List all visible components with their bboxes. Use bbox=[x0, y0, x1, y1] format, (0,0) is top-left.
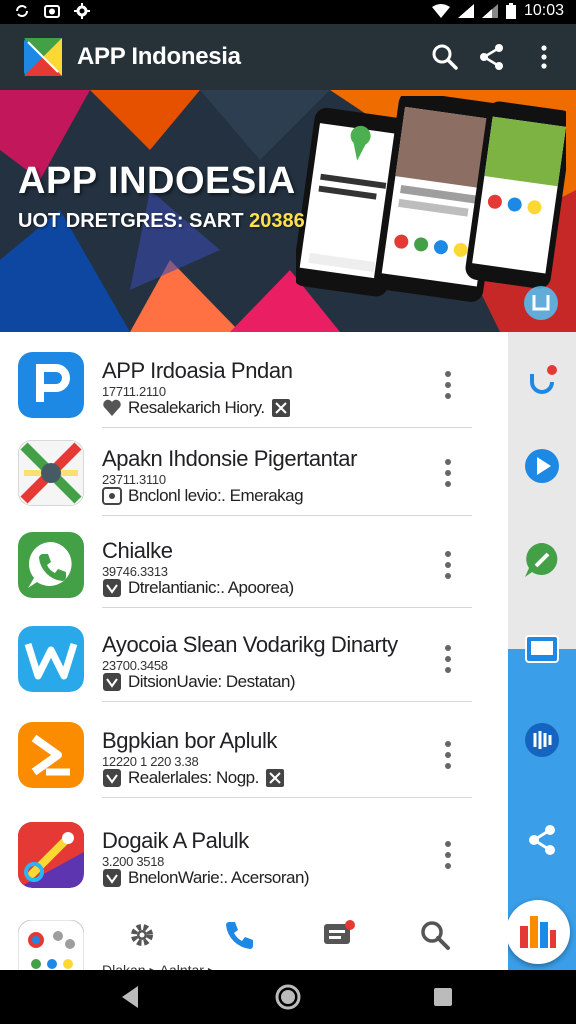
recents-icon[interactable] bbox=[428, 982, 458, 1012]
search-icon[interactable] bbox=[418, 918, 452, 952]
chat-icon[interactable] bbox=[522, 540, 562, 580]
shield-icon bbox=[103, 673, 121, 691]
app-title: APP Irdoasia Pndan bbox=[102, 358, 293, 383]
promo-banner[interactable]: APP INDOESIA UOT DRETGRES: SART 20386 bbox=[0, 90, 576, 332]
image-icon bbox=[271, 399, 290, 417]
app-icon-compass bbox=[18, 440, 84, 506]
share-icon[interactable] bbox=[522, 820, 562, 860]
message-icon[interactable] bbox=[322, 918, 356, 952]
app-meta: BnelonWarie:. Acersoran) bbox=[102, 868, 310, 888]
side-shortcut-panel bbox=[508, 332, 576, 972]
magnet-icon[interactable] bbox=[522, 360, 562, 400]
list-item[interactable]: Chialke 39746.3313 Dtrelantianic:. Apoor… bbox=[0, 518, 508, 608]
wifi-icon bbox=[431, 4, 450, 18]
more-options-icon[interactable] bbox=[436, 838, 460, 872]
app-title: Apakn Ihdonsie Pigertantar bbox=[102, 446, 357, 471]
app-meta: Dtrelantianic:. Apoorea) bbox=[102, 578, 294, 598]
app-bar: APP Indonesia bbox=[0, 24, 576, 90]
app-title: Ayocoia Slean Vodarikg Dinarty bbox=[102, 632, 398, 657]
settings-icon bbox=[74, 3, 90, 19]
floating-action-button[interactable] bbox=[506, 900, 570, 964]
clock: 10:03 bbox=[523, 2, 564, 19]
shield-icon bbox=[103, 869, 121, 887]
app-subtitle: 23700.3458 bbox=[102, 658, 168, 673]
sync-icon bbox=[16, 5, 28, 17]
app-subtitle: 17711.2110 bbox=[102, 384, 166, 399]
shield-icon bbox=[103, 769, 121, 787]
play-icon[interactable] bbox=[522, 446, 562, 486]
more-options-icon[interactable] bbox=[436, 548, 460, 582]
divider bbox=[102, 701, 472, 702]
camera-icon bbox=[44, 5, 60, 18]
list-item[interactable]: Ayocoia Slean Vodarikg Dinarty 23700.345… bbox=[0, 612, 508, 702]
phone-icon[interactable] bbox=[223, 918, 257, 952]
back-icon[interactable] bbox=[116, 982, 146, 1012]
app-icon-arrow bbox=[18, 722, 84, 788]
list-item[interactable]: Dogaik A Palulk 3.200 3518 BnelonWarie:.… bbox=[0, 808, 508, 898]
screen: { "status_bar": {"time": "10:03"}, "app_… bbox=[0, 0, 576, 1024]
app-subtitle: 12220 1 220 3.38 bbox=[102, 754, 199, 769]
list-item[interactable]: APP Irdoasia Pndan 17711.2110 Resalekari… bbox=[0, 338, 508, 428]
app-icon-p bbox=[18, 352, 84, 418]
phones-illustration bbox=[296, 96, 566, 302]
app-icon-w bbox=[18, 626, 84, 692]
more-options-icon[interactable] bbox=[436, 456, 460, 490]
banner-subtitle: UOT DRETGRES: SART 20386 bbox=[18, 210, 305, 232]
voice-message-icon[interactable] bbox=[522, 720, 562, 760]
more-options-icon[interactable] bbox=[436, 368, 460, 402]
signal-icon bbox=[481, 4, 498, 18]
app-meta: Bnclonl levio:. Emerakag bbox=[102, 486, 304, 506]
battery-icon bbox=[505, 3, 516, 19]
app-meta: Realerlales: Nogp. bbox=[102, 768, 285, 788]
divider bbox=[102, 515, 472, 516]
search-icon[interactable] bbox=[430, 42, 460, 72]
bar-chart-icon bbox=[520, 916, 556, 948]
signal-icon bbox=[457, 4, 474, 18]
app-logo-icon bbox=[24, 38, 62, 76]
bottom-bar: Dlakan ▸ Aalntar ▸ bbox=[0, 906, 508, 986]
app-subtitle: 3.200 3518 bbox=[102, 854, 165, 869]
heart-icon bbox=[103, 399, 121, 416]
app-subtitle: 23711.3110 bbox=[102, 472, 166, 487]
window-icon[interactable] bbox=[522, 630, 562, 670]
app-title: Dogaik A Palulk bbox=[102, 828, 249, 853]
divider bbox=[102, 797, 472, 798]
share-icon[interactable] bbox=[477, 42, 507, 72]
more-options-icon[interactable] bbox=[436, 642, 460, 676]
chat-icon bbox=[102, 487, 122, 505]
image-icon bbox=[265, 769, 284, 787]
shield-icon bbox=[103, 579, 121, 597]
app-meta: Resalekarich Hiory. bbox=[102, 398, 291, 418]
app-list: APP Irdoasia Pndan 17711.2110 Resalekari… bbox=[0, 332, 508, 972]
banner-headline: APP INDOESIA bbox=[18, 160, 296, 202]
app-title: Bgpkian bor Aplulk bbox=[102, 728, 278, 753]
app-subtitle: 39746.3313 bbox=[102, 564, 168, 579]
app-title: APP Indonesia bbox=[77, 43, 241, 70]
status-bar: 10:03 bbox=[0, 0, 576, 24]
settings-icon[interactable] bbox=[125, 918, 159, 952]
banner-badge-icon bbox=[524, 286, 558, 320]
navigation-bar bbox=[0, 970, 576, 1024]
home-icon[interactable] bbox=[273, 982, 303, 1012]
list-item[interactable]: Bgpkian bor Aplulk 12220 1 220 3.38 Real… bbox=[0, 708, 508, 798]
app-meta: DitsionUavie: Destatan) bbox=[102, 672, 296, 692]
divider bbox=[102, 607, 472, 608]
app-title: Chialke bbox=[102, 538, 173, 563]
overflow-menu-icon[interactable] bbox=[529, 42, 559, 72]
app-icon-tools bbox=[18, 822, 84, 888]
app-icon-phone bbox=[18, 532, 84, 598]
list-item[interactable]: Apakn Ihdonsie Pigertantar 23711.3110 Bn… bbox=[0, 426, 508, 516]
more-options-icon[interactable] bbox=[436, 738, 460, 772]
